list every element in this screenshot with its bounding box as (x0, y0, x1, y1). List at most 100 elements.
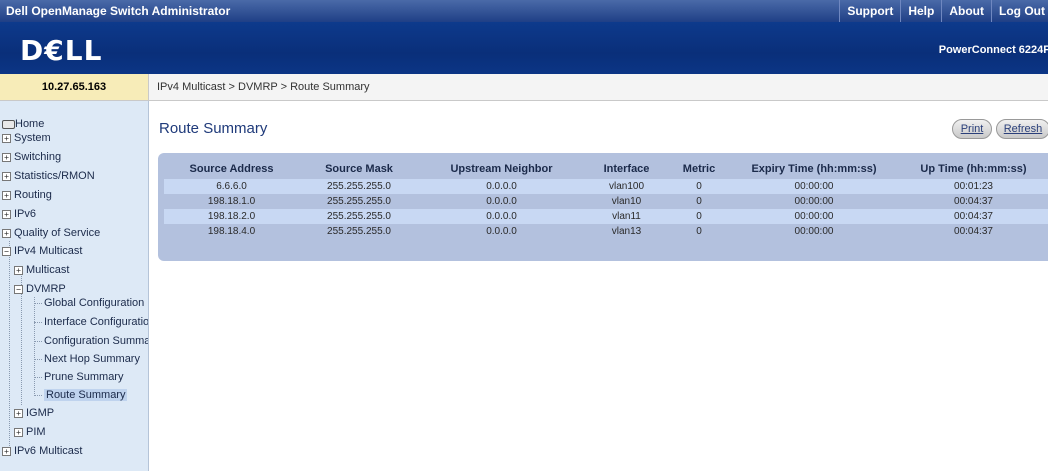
cell-expiry-time: 00:00:00 (729, 224, 899, 239)
cell-source-mask: 255.255.255.0 (299, 194, 419, 209)
cell-upstream-neighbor: 0.0.0.0 (419, 179, 584, 194)
refresh-button[interactable]: Refresh (996, 119, 1048, 139)
nav-item-next-hop-summary[interactable]: Next Hop Summary (44, 353, 140, 365)
route-summary-panel: Source Address Source Mask Upstream Neig… (158, 153, 1048, 261)
nav-item-ipv4-multicast[interactable]: − IPv4 Multicast (2, 245, 82, 257)
nav-item-global-configuration[interactable]: Global Configuration (44, 297, 144, 309)
expand-icon[interactable]: + (2, 209, 11, 219)
help-link[interactable]: Help (900, 0, 941, 22)
expand-icon[interactable]: + (14, 408, 23, 418)
nav-item-route-summary[interactable]: Route Summary (44, 389, 128, 401)
column-header: Interface (603, 163, 650, 175)
support-link[interactable]: Support (839, 0, 900, 22)
expand-icon[interactable]: + (2, 133, 11, 143)
cell-source-address: 198.18.4.0 (164, 224, 299, 239)
cell-interface: vlan100 (584, 179, 669, 194)
tree-branch (34, 341, 42, 342)
ip-address: 10.27.65.163 (41, 81, 107, 93)
nav-item-statistics[interactable]: + Statistics/RMON (2, 170, 95, 182)
top-links: Support Help About Log Out (839, 0, 1048, 22)
tree-line (9, 241, 10, 446)
collapse-icon[interactable]: − (2, 246, 11, 256)
ip-panel: 10.27.65.163 (0, 74, 149, 101)
expand-icon[interactable]: + (14, 427, 23, 437)
cell-up-time: 00:04:37 (899, 224, 1048, 239)
logout-link[interactable]: Log Out (991, 0, 1048, 22)
cell-source-address: 198.18.2.0 (164, 209, 299, 224)
cell-expiry-time: 00:00:00 (729, 209, 899, 224)
brand-header: D€LL PowerConnect 6224F (0, 22, 1048, 74)
tree-branch (34, 359, 42, 360)
column-header: Metric (682, 163, 716, 175)
column-header: Source Mask (325, 163, 393, 175)
home-icon (2, 119, 15, 129)
dell-logo: D€LL (20, 34, 103, 67)
about-link[interactable]: About (941, 0, 991, 22)
expand-icon[interactable]: + (2, 228, 11, 238)
table-row: 198.18.1.0 255.255.255.0 0.0.0.0 vlan10 … (164, 194, 1048, 209)
breadcrumb-bar: IPv4 Multicast > DVMRP > Route Summary (149, 74, 1048, 101)
cell-expiry-time: 00:00:00 (729, 179, 899, 194)
nav-item-igmp[interactable]: + IGMP (14, 407, 54, 419)
expand-icon[interactable]: + (2, 171, 11, 181)
breadcrumb: IPv4 Multicast > DVMRP > Route Summary (157, 81, 370, 93)
cell-source-mask: 255.255.255.0 (299, 224, 419, 239)
column-header: Source Address (189, 163, 274, 175)
print-button[interactable]: Print (952, 119, 992, 139)
cell-metric: 0 (669, 209, 729, 224)
cell-upstream-neighbor: 0.0.0.0 (419, 194, 584, 209)
cell-metric: 0 (669, 194, 729, 209)
cell-interface: vlan11 (584, 209, 669, 224)
nav-item-routing[interactable]: + Routing (2, 189, 52, 201)
route-summary-table: Source Address Source Mask Upstream Neig… (164, 159, 1048, 239)
expand-icon[interactable]: + (2, 152, 11, 162)
model-name: PowerConnect 6224F (938, 44, 1048, 56)
nav-item-configuration-summary[interactable]: Configuration Summary (44, 335, 148, 347)
title-bar: Dell OpenManage Switch Administrator Sup… (0, 0, 1048, 22)
cell-source-mask: 255.255.255.0 (299, 209, 419, 224)
nav-item-prune-summary[interactable]: Prune Summary (44, 371, 123, 383)
tree-branch (34, 377, 42, 378)
nav-item-qos[interactable]: + Quality of Service (2, 227, 100, 239)
nav-item-switching[interactable]: + Switching (2, 151, 61, 163)
cell-up-time: 00:04:37 (899, 194, 1048, 209)
tree-branch (34, 303, 42, 304)
cell-interface: vlan10 (584, 194, 669, 209)
cell-source-mask: 255.255.255.0 (299, 179, 419, 194)
cell-source-address: 198.18.1.0 (164, 194, 299, 209)
collapse-icon[interactable]: − (14, 284, 23, 294)
cell-expiry-time: 00:00:00 (729, 194, 899, 209)
nav-item-multicast[interactable]: + Multicast (14, 264, 69, 276)
table-row: 6.6.6.0 255.255.255.0 0.0.0.0 vlan100 0 … (164, 179, 1048, 194)
expand-icon[interactable]: + (14, 265, 23, 275)
cell-up-time: 00:04:37 (899, 209, 1048, 224)
table-header-row: Source Address Source Mask Upstream Neig… (164, 159, 1048, 179)
cell-upstream-neighbor: 0.0.0.0 (419, 224, 584, 239)
nav-item-dvmrp[interactable]: − DVMRP (14, 283, 66, 295)
cell-source-address: 6.6.6.0 (164, 179, 299, 194)
cell-metric: 0 (669, 224, 729, 239)
column-header: Up Time (hh:mm:ss) (920, 163, 1027, 175)
table-row: 198.18.2.0 255.255.255.0 0.0.0.0 vlan11 … (164, 209, 1048, 224)
tree-line (34, 297, 35, 394)
cell-metric: 0 (669, 179, 729, 194)
column-header: Upstream Neighbor (450, 163, 553, 175)
app-title: Dell OpenManage Switch Administrator (6, 4, 231, 18)
nav-tree: Home + System + Switching + Statistics/RMON… (0, 101, 149, 471)
nav-item-ipv6[interactable]: + IPv6 (2, 208, 36, 220)
nav-item-system[interactable]: + System (2, 132, 51, 144)
expand-icon[interactable]: + (2, 190, 11, 200)
nav-item-ipv6-multicast[interactable]: + IPv6 Multicast (2, 445, 82, 457)
expand-icon[interactable]: + (2, 446, 11, 456)
table-row: 198.18.4.0 255.255.255.0 0.0.0.0 vlan13 … (164, 224, 1048, 239)
page-title: Route Summary (159, 120, 268, 137)
cell-upstream-neighbor: 0.0.0.0 (419, 209, 584, 224)
tree-branch (34, 322, 42, 323)
tree-branch (34, 395, 42, 396)
nav-item-home[interactable]: Home (2, 118, 44, 130)
cell-interface: vlan13 (584, 224, 669, 239)
nav-item-pim[interactable]: + PIM (14, 426, 46, 438)
cell-up-time: 00:01:23 (899, 179, 1048, 194)
nav-item-interface-configuration[interactable]: Interface Configuration (44, 316, 148, 328)
column-header: Expiry Time (hh:mm:ss) (751, 163, 877, 175)
